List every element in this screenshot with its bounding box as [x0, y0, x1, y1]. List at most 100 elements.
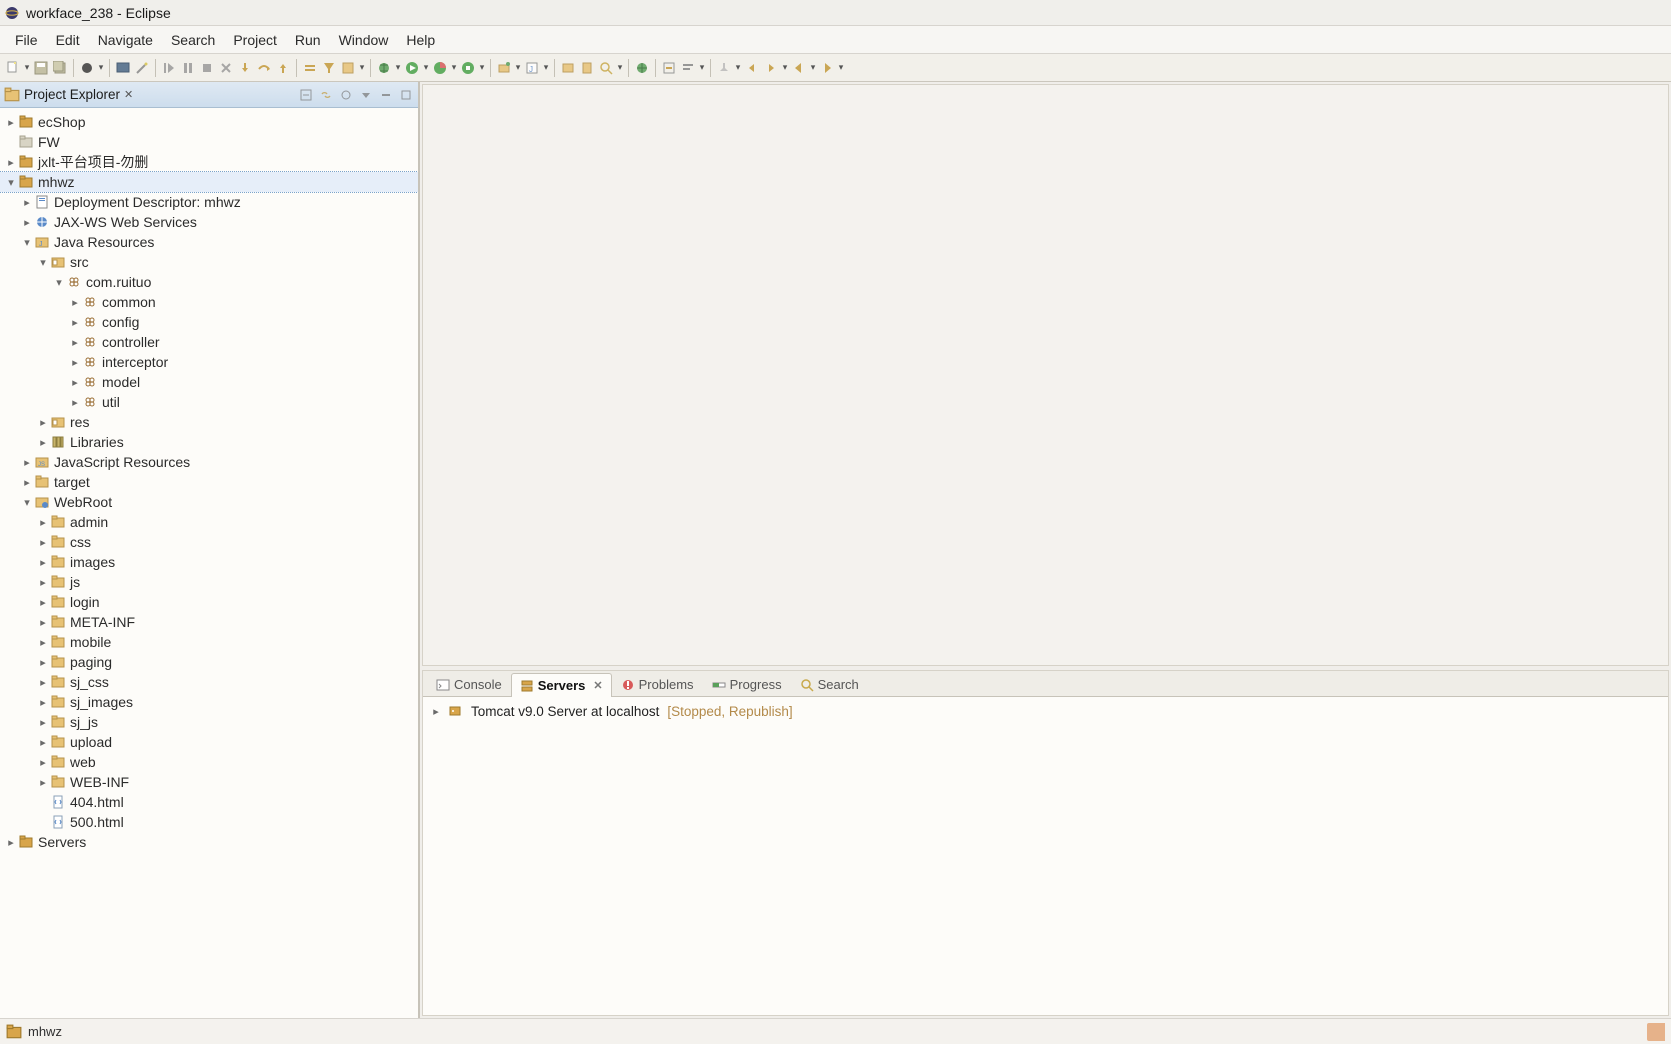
tree-jaxws[interactable]: ▸ JAX-WS Web Services — [0, 212, 418, 232]
menu-run[interactable]: Run — [286, 28, 330, 52]
open-resource-button[interactable] — [578, 59, 596, 77]
tree-package-config[interactable]: ▸config — [0, 312, 418, 332]
collapse-icon[interactable]: ▾ — [20, 496, 34, 509]
tree-project-servers[interactable]: ▸ Servers — [0, 832, 418, 852]
back-button[interactable] — [790, 59, 808, 77]
tree-package-model[interactable]: ▸model — [0, 372, 418, 392]
tree-libraries[interactable]: ▸ Libraries — [0, 432, 418, 452]
trim-contribution-icon[interactable] — [1647, 1023, 1665, 1041]
tab-search[interactable]: Search — [791, 672, 868, 696]
step-over-button[interactable] — [255, 59, 273, 77]
new-java-dropdown[interactable]: ▾ — [542, 62, 550, 73]
expand-icon[interactable]: ▸ — [20, 196, 34, 209]
expand-icon[interactable]: ▸ — [36, 436, 50, 449]
collapse-icon[interactable]: ▾ — [4, 176, 18, 189]
server-row[interactable]: ▸ Tomcat v9.0 Server at localhost [Stopp… — [429, 701, 1662, 721]
build-button[interactable] — [78, 59, 96, 77]
toggle-mark-button[interactable] — [660, 59, 678, 77]
run-server-button[interactable] — [459, 59, 477, 77]
expand-icon[interactable]: ▸ — [68, 396, 82, 409]
expand-icon[interactable]: ▸ — [68, 376, 82, 389]
forward-dropdown[interactable]: ▾ — [837, 62, 845, 73]
new-server-button[interactable] — [495, 59, 513, 77]
expand-icon[interactable]: ▸ — [36, 416, 50, 429]
tree-folder-sjcss[interactable]: ▸sj_css — [0, 672, 418, 692]
coverage-button[interactable] — [431, 59, 449, 77]
search-dropdown[interactable]: ▾ — [616, 62, 624, 73]
suspend-button[interactable] — [179, 59, 197, 77]
tab-problems[interactable]: Problems — [612, 672, 703, 696]
menu-help[interactable]: Help — [397, 28, 444, 52]
tree-webroot[interactable]: ▾ WebRoot — [0, 492, 418, 512]
tree-project-mhwz[interactable]: ▾ mhwz — [0, 172, 418, 192]
tree-folder-metainf[interactable]: ▸META-INF — [0, 612, 418, 632]
terminate-button[interactable] — [198, 59, 216, 77]
coverage-dropdown[interactable]: ▾ — [450, 62, 458, 73]
drop-frame-button[interactable] — [301, 59, 319, 77]
tree-package-util[interactable]: ▸util — [0, 392, 418, 412]
tree-project-jxlt[interactable]: ▸ jxlt-平台项目-勿删 — [0, 152, 418, 172]
expand-icon[interactable]: ▸ — [20, 456, 34, 469]
build-dropdown[interactable]: ▾ — [97, 62, 105, 73]
next-annotation-button[interactable] — [762, 59, 780, 77]
expand-icon[interactable]: ▸ — [36, 656, 50, 669]
expand-icon[interactable]: ▸ — [68, 296, 82, 309]
tree-folder-web[interactable]: ▸web — [0, 752, 418, 772]
debug-dropdown[interactable]: ▾ — [394, 62, 402, 73]
collapse-icon[interactable]: ▾ — [20, 236, 34, 249]
expand-icon[interactable]: ▸ — [68, 356, 82, 369]
tree-folder-sjjs[interactable]: ▸sj_js — [0, 712, 418, 732]
save-button[interactable] — [32, 59, 50, 77]
resume-button[interactable] — [160, 59, 178, 77]
new-dropdown[interactable]: ▾ — [23, 62, 31, 73]
tree-project-fw[interactable]: FW — [0, 132, 418, 152]
close-view-icon[interactable]: ✕ — [124, 88, 136, 101]
expand-icon[interactable]: ▸ — [20, 476, 34, 489]
expand-icon[interactable]: ▸ — [68, 316, 82, 329]
next-annotation-dropdown[interactable]: ▾ — [781, 62, 789, 73]
open-browser-button[interactable] — [633, 59, 651, 77]
tree-package-root[interactable]: ▾ com.ruituo — [0, 272, 418, 292]
tree-folder-sjimages[interactable]: ▸sj_images — [0, 692, 418, 712]
tree-folder-css[interactable]: ▸css — [0, 532, 418, 552]
tree-deployment-descriptor[interactable]: ▸ Deployment Descriptor: mhwz — [0, 192, 418, 212]
expand-icon[interactable]: ▸ — [68, 336, 82, 349]
expand-icon[interactable]: ▸ — [36, 676, 50, 689]
open-type-dropdown[interactable]: ▾ — [358, 62, 366, 73]
tree-folder-login[interactable]: ▸login — [0, 592, 418, 612]
tree-package-interceptor[interactable]: ▸interceptor — [0, 352, 418, 372]
tree-folder-webinf[interactable]: ▸WEB-INF — [0, 772, 418, 792]
search-button[interactable] — [597, 59, 615, 77]
expand-icon[interactable]: ▸ — [36, 696, 50, 709]
use-step-filters-button[interactable] — [320, 59, 338, 77]
open-task-button[interactable] — [559, 59, 577, 77]
focus-task-button[interactable] — [338, 87, 354, 103]
expand-icon[interactable]: ▸ — [36, 536, 50, 549]
expand-icon[interactable]: ▸ — [36, 716, 50, 729]
menu-file[interactable]: File — [6, 28, 47, 52]
pin-dropdown[interactable]: ▾ — [734, 62, 742, 73]
expand-icon[interactable]: ▸ — [20, 216, 34, 229]
tree-java-resources[interactable]: ▾ J Java Resources — [0, 232, 418, 252]
expand-icon[interactable]: ▸ — [36, 636, 50, 649]
tree-folder-admin[interactable]: ▸admin — [0, 512, 418, 532]
expand-icon[interactable]: ▸ — [36, 576, 50, 589]
breadcrumb-dropdown[interactable]: ▾ — [698, 62, 706, 73]
tree-file-500[interactable]: 500.html — [0, 812, 418, 832]
expand-icon[interactable]: ▸ — [36, 516, 50, 529]
expand-icon[interactable]: ▸ — [4, 156, 18, 169]
tree-src[interactable]: ▾ src — [0, 252, 418, 272]
back-dropdown[interactable]: ▾ — [809, 62, 817, 73]
run-button[interactable] — [403, 59, 421, 77]
save-all-button[interactable] — [51, 59, 69, 77]
tree-file-404[interactable]: 404.html — [0, 792, 418, 812]
expand-icon[interactable]: ▸ — [36, 616, 50, 629]
close-tab-icon[interactable]: ✕ — [593, 679, 602, 692]
expand-icon[interactable]: ▸ — [36, 756, 50, 769]
tree-folder-upload[interactable]: ▸upload — [0, 732, 418, 752]
menu-edit[interactable]: Edit — [47, 28, 89, 52]
tree-project-ecshop[interactable]: ▸ ecShop — [0, 112, 418, 132]
wand-button[interactable] — [133, 59, 151, 77]
servers-panel-body[interactable]: ▸ Tomcat v9.0 Server at localhost [Stopp… — [423, 697, 1668, 1015]
new-button[interactable] — [4, 59, 22, 77]
